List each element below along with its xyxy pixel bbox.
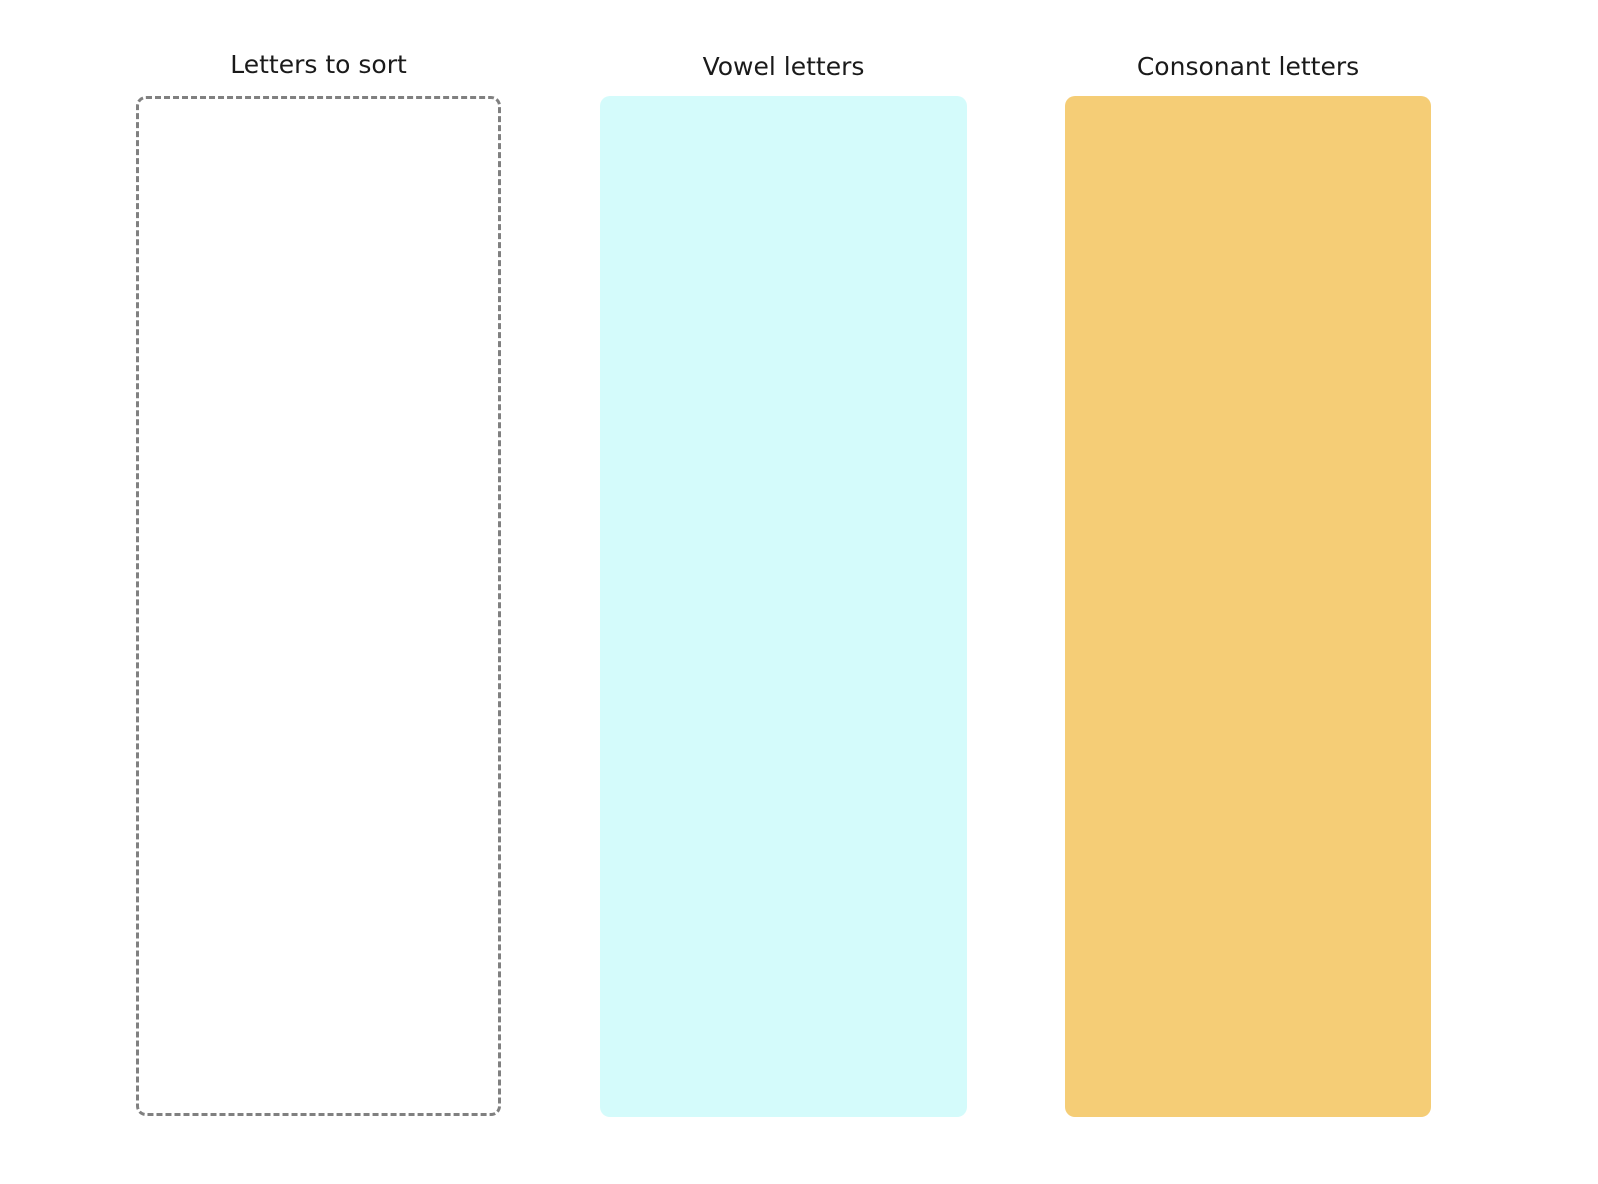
vowel-letters-dropzone[interactable] xyxy=(600,96,967,1117)
consonant-letters-dropzone[interactable] xyxy=(1065,96,1431,1117)
letters-to-sort-title: Letters to sort xyxy=(230,50,407,79)
letters-to-sort-dropzone[interactable] xyxy=(136,96,501,1116)
consonant-letters-title: Consonant letters xyxy=(1136,52,1360,81)
vowel-letters-title: Vowel letters xyxy=(702,52,865,81)
